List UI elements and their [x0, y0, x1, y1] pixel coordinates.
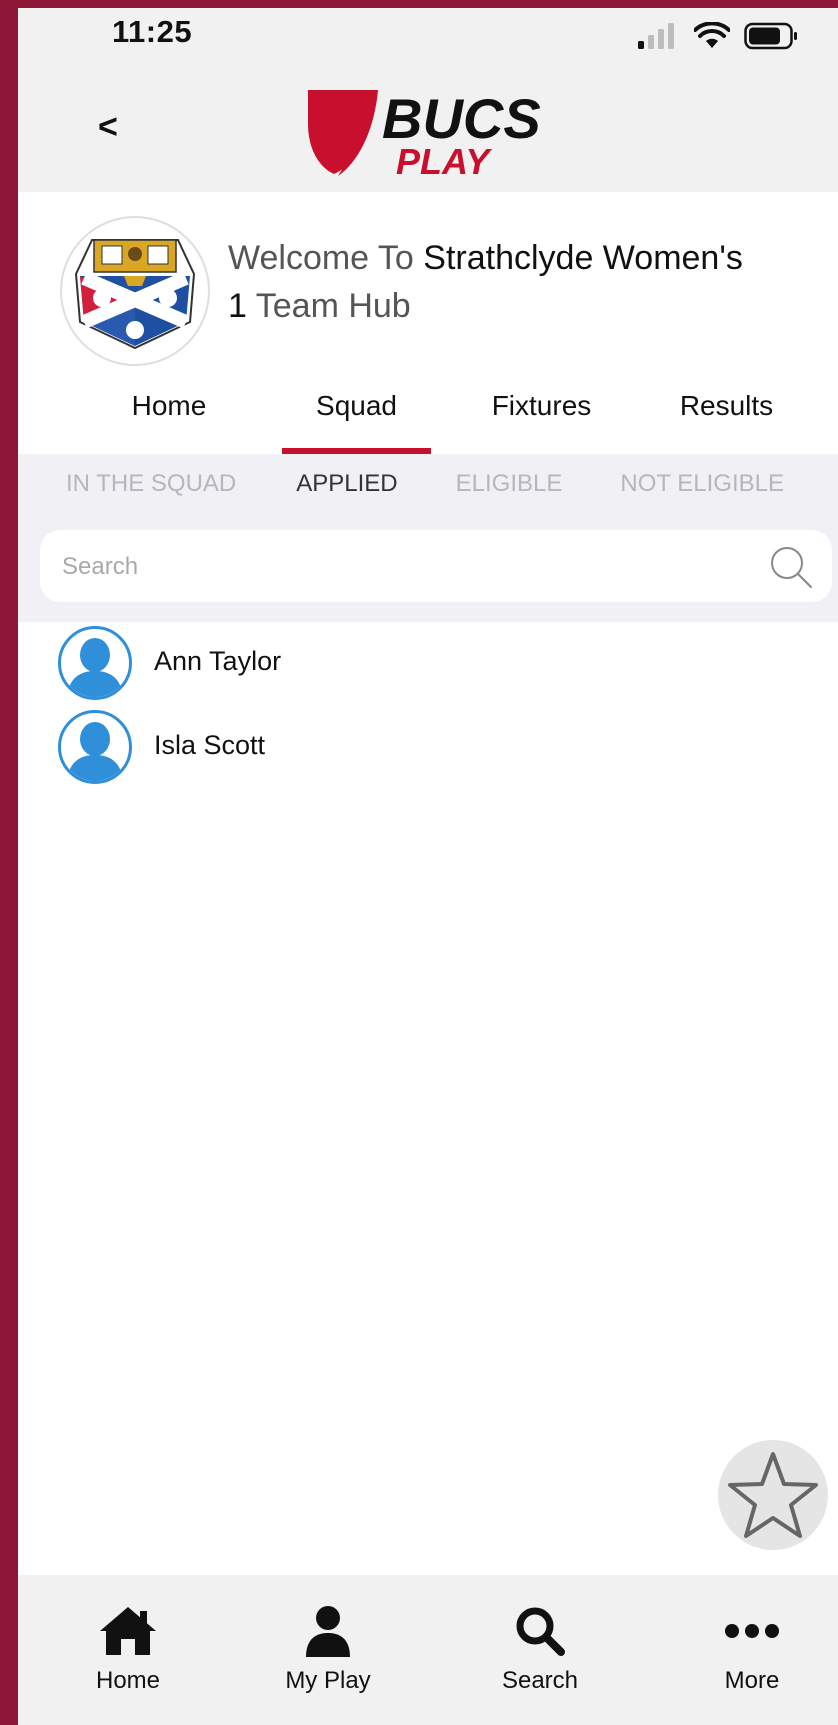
signal-icon: [638, 23, 674, 49]
nav-search-label: Search: [501, 1667, 579, 1694]
subtab-eligible[interactable]: ELIGIBLE: [456, 470, 563, 498]
back-button[interactable]: <: [98, 108, 118, 147]
person-icon: [306, 1606, 350, 1657]
svg-text:PLAY: PLAY: [396, 141, 492, 180]
person-avatar-icon: [67, 722, 123, 781]
home-icon: [100, 1607, 156, 1655]
nav-more-label: More: [724, 1667, 780, 1694]
battery-icon: [744, 22, 797, 50]
welcome-prefix: Welcome To: [228, 239, 424, 277]
player-name: Isla Scott: [154, 730, 266, 760]
nav-home[interactable]: Home: [58, 1603, 198, 1695]
star-icon: [728, 1452, 818, 1538]
squad-filter-area: IN THE SQUAD APPLIED ELIGIBLE NOT ELIGIB…: [18, 454, 838, 622]
subtab-in-the-squad[interactable]: IN THE SQUAD: [66, 470, 236, 498]
status-icons: [636, 22, 798, 50]
bottom-nav: Home My Play Search More: [18, 1575, 838, 1725]
tab-squad[interactable]: Squad: [264, 378, 449, 454]
avatar: [58, 710, 132, 784]
subtab-not-eligible[interactable]: NOT ELIGIBLE: [620, 470, 784, 498]
search-input[interactable]: [60, 546, 724, 588]
nav-home-label: Home: [95, 1667, 161, 1694]
favourite-button[interactable]: [718, 1440, 828, 1550]
team-welcome: Welcome To Strathclyde Women's 1 Team Hub: [228, 234, 818, 330]
wifi-icon: [694, 22, 730, 48]
squad-sub-tabs: IN THE SQUAD APPLIED ELIGIBLE NOT ELIGIB…: [18, 470, 838, 498]
search-icon: [516, 1607, 565, 1656]
tab-fixtures[interactable]: Fixtures: [449, 378, 634, 454]
tab-results[interactable]: Results: [634, 378, 819, 454]
more-icon: [725, 1624, 779, 1638]
avatar: [58, 626, 132, 700]
search-box: [40, 530, 832, 602]
main-tabs: Home Squad Fixtures Results: [18, 378, 838, 454]
subtab-applied[interactable]: APPLIED: [296, 470, 397, 498]
nav-search[interactable]: Search: [470, 1603, 610, 1695]
player-name: Ann Taylor: [154, 646, 282, 676]
list-item[interactable]: Isla Scott: [18, 706, 838, 790]
status-time: 11:25: [112, 14, 193, 49]
team-crest: [60, 216, 210, 366]
crest-icon: [74, 239, 196, 350]
list-item[interactable]: Ann Taylor: [18, 622, 838, 706]
tab-home[interactable]: Home: [74, 378, 264, 454]
nav-my-play[interactable]: My Play: [258, 1603, 398, 1695]
person-avatar-icon: [67, 638, 123, 697]
team-number: 1: [228, 287, 247, 325]
bucs-play-logo: BUCS PLAY: [304, 84, 574, 185]
team-name: Strathclyde Women's: [423, 239, 743, 277]
nav-my-play-label: My Play: [285, 1667, 371, 1694]
squad-list: Ann Taylor Isla Scott: [18, 622, 838, 790]
team-hub-suffix: Team Hub: [246, 287, 411, 325]
search-icon[interactable]: [768, 544, 814, 590]
top-bar: 11:25 < BUCS PLAY: [18, 8, 838, 192]
nav-more[interactable]: More: [682, 1603, 822, 1695]
app-screen: 11:25 < BUCS PLAY Welcome To Strathclyde…: [18, 8, 838, 1725]
